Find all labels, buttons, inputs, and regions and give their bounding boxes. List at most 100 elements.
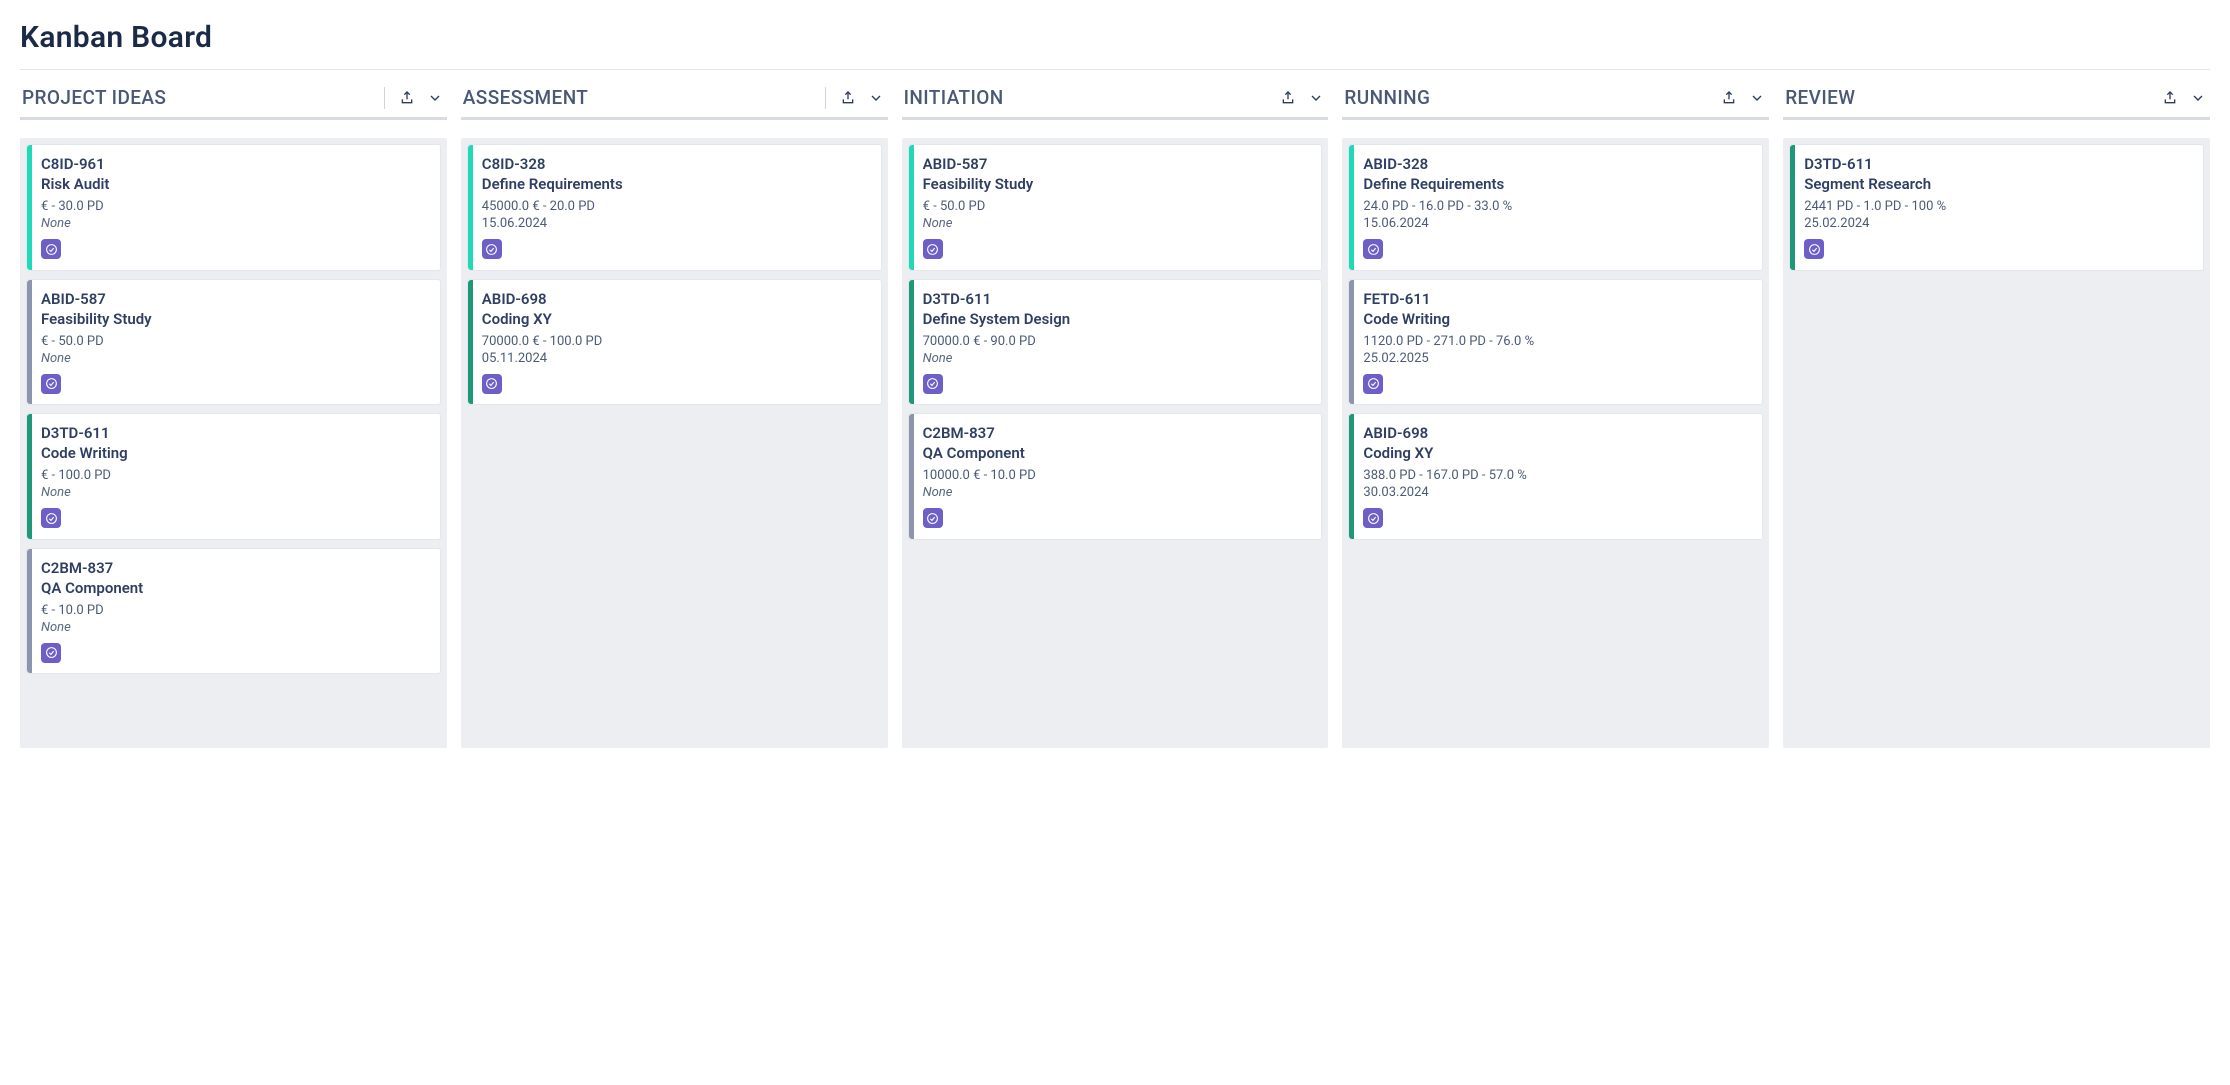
card-title: Coding XY (1363, 444, 1750, 462)
column-actions (1719, 88, 1767, 108)
card-title: Risk Audit (41, 175, 428, 193)
card-metric-line: 10000.0 € - 10.0 PD (923, 468, 1310, 483)
chevron-down-icon[interactable] (1306, 88, 1326, 108)
check-badge-icon (41, 239, 61, 259)
chevron-down-icon[interactable] (425, 88, 445, 108)
card-badge-row (482, 239, 869, 260)
check-badge-icon (923, 374, 943, 394)
card-badge-row (41, 374, 428, 395)
check-badge-icon (482, 239, 502, 259)
card-id: C2BM-837 (923, 424, 1310, 442)
card-date-line: 15.06.2024 (1363, 216, 1750, 231)
card-id: ABID-328 (1363, 155, 1750, 173)
column-body: D3TD-611Segment Research2441 PD - 1.0 PD… (1783, 138, 2210, 748)
column-body: C8ID-328 Define Requirements 45000.0 € - 2… (461, 138, 888, 748)
column-body: C8ID-961Risk Audit€ - 30.0 PDNoneABID-58… (20, 138, 447, 748)
card-none-label: None (41, 216, 428, 231)
card-id: C2BM-837 (41, 559, 428, 577)
check-badge-icon (41, 643, 61, 663)
vertical-divider (384, 87, 385, 109)
card-date-line: 30.03.2024 (1363, 485, 1750, 500)
check-badge-icon (41, 374, 61, 394)
card-date-line: 15.06.2024 (482, 216, 869, 231)
card-metric-line: 388.0 PD - 167.0 PD - 57.0 % (1363, 468, 1750, 483)
card-badge-row (41, 239, 428, 260)
card-title: Feasibility Study (41, 310, 428, 328)
card-none-label: None (923, 351, 1310, 366)
check-badge-icon (1363, 239, 1383, 259)
export-icon[interactable] (838, 88, 858, 108)
column: PROJECT IDEAS C8ID-961 Risk Audit € - 30.0 … (20, 82, 447, 748)
kanban-card[interactable]: C8ID-328 Define Requirements 45000.0 € - 2… (467, 144, 882, 271)
kanban-card[interactable]: C2BM-837QA Component€ - 10.0 PDNone (26, 548, 441, 675)
card-badge-row (923, 508, 1310, 529)
card-id: C8ID-961 (41, 155, 428, 173)
kanban-card[interactable]: ABID-328Define Requirements24.0 PD - 16.… (1348, 144, 1763, 271)
export-icon[interactable] (2160, 88, 2180, 108)
card-title: Code Writing (41, 444, 428, 462)
kanban-card[interactable]: ABID-587 Feasibility Study € - 50.0 PD None (26, 279, 441, 406)
card-title: Define Requirements (482, 175, 869, 193)
kanban-card[interactable]: ABID-698Coding XY70000.0 € - 100.0 PD05.… (467, 279, 882, 406)
card-id: D3TD-611 (923, 290, 1310, 308)
card-title: QA Component (923, 444, 1310, 462)
card-none-label: None (923, 216, 1310, 231)
page-title: Kanban Board (20, 20, 2210, 55)
card-badge-row (1363, 508, 1750, 529)
card-title: Coding XY (482, 310, 869, 328)
check-badge-icon (1804, 239, 1824, 259)
kanban-card[interactable]: ABID-698 Coding XY 388.0 PD - 167.0 PD - 5… (1348, 413, 1763, 540)
card-title: QA Component (41, 579, 428, 597)
card-metric-line: 70000.0 € - 100.0 PD (482, 334, 869, 349)
card-none-label: None (41, 620, 428, 635)
card-metric-line: 70000.0 € - 90.0 PD (923, 334, 1310, 349)
card-metric-line: € - 100.0 PD (41, 468, 428, 483)
column-title: PROJECT IDEAS (22, 86, 166, 109)
kanban-card[interactable]: D3TD-611Define System Design70000.0 € - … (908, 279, 1323, 406)
column-header: PROJECT IDEAS (20, 82, 447, 120)
export-icon[interactable] (397, 88, 417, 108)
card-none-label: None (923, 485, 1310, 500)
check-badge-icon (923, 508, 943, 528)
kanban-card[interactable]: ABID-587Feasibility Study€ - 50.0 PDNone (908, 144, 1323, 271)
card-none-label: None (41, 351, 428, 366)
column-title: REVIEW (1785, 86, 1855, 109)
card-id: D3TD-611 (1804, 155, 2191, 173)
column-body: ABID-587Feasibility Study€ - 50.0 PDNone… (902, 138, 1329, 748)
kanban-card[interactable]: C2BM-837 QA Component 10000.0 € - 10.0 PD N… (908, 413, 1323, 540)
kanban-card[interactable]: FETD-611Code Writing1120.0 PD - 271.0 PD… (1348, 279, 1763, 406)
export-icon[interactable] (1719, 88, 1739, 108)
chevron-down-icon[interactable] (2188, 88, 2208, 108)
chevron-down-icon[interactable] (866, 88, 886, 108)
card-id: C8ID-328 (482, 155, 869, 173)
column-body: ABID-328Define Requirements24.0 PD - 16.… (1342, 138, 1769, 748)
title-divider (20, 69, 2210, 70)
card-id: D3TD-611 (41, 424, 428, 442)
column-actions (1278, 88, 1326, 108)
card-date-line: 05.11.2024 (482, 351, 869, 366)
card-title: Code Writing (1363, 310, 1750, 328)
kanban-card[interactable]: D3TD-611Segment Research2441 PD - 1.0 PD… (1789, 144, 2204, 271)
export-icon[interactable] (1278, 88, 1298, 108)
card-id: ABID-587 (41, 290, 428, 308)
kanban-card[interactable]: D3TD-611Code Writing€ - 100.0 PDNone (26, 413, 441, 540)
column-header: INITIATION (902, 82, 1329, 120)
card-id: ABID-587 (923, 155, 1310, 173)
chevron-down-icon[interactable] (1747, 88, 1767, 108)
card-badge-row (1363, 239, 1750, 260)
card-badge-row (1804, 239, 2191, 260)
card-metric-line: € - 50.0 PD (41, 334, 428, 349)
vertical-divider (825, 87, 826, 109)
card-id: ABID-698 (1363, 424, 1750, 442)
column: INITIATION ABID-587Feasibility Study€ - 5… (902, 82, 1329, 748)
column-actions (825, 87, 886, 109)
card-metric-line: € - 30.0 PD (41, 199, 428, 214)
column-title: RUNNING (1344, 86, 1430, 109)
check-badge-icon (1363, 508, 1383, 528)
kanban-card[interactable]: C8ID-961 Risk Audit € - 30.0 PD None (26, 144, 441, 271)
card-badge-row (41, 508, 428, 529)
column-header: REVIEW (1783, 82, 2210, 120)
card-metric-line: 45000.0 € - 20.0 PD (482, 199, 869, 214)
column-actions (2160, 88, 2208, 108)
card-date-line: 25.02.2024 (1804, 216, 2191, 231)
